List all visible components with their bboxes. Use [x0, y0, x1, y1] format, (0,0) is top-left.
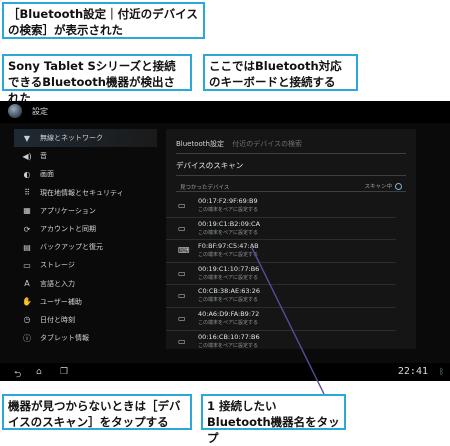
nav-icon: ⟳: [23, 224, 31, 234]
keyboard-icon: ⌨: [178, 246, 190, 256]
nav-icon: ◀): [22, 151, 32, 161]
bluetooth-panel: Bluetooth設定 付近のデバイスの検索 デバイスのスキャン 見つかったデバ…: [166, 129, 416, 349]
device-pair-hint: この端末をペアに設定する: [198, 274, 259, 281]
nav-label: タブレット情報: [40, 334, 89, 343]
clock: 22:41: [397, 366, 428, 377]
home-icon[interactable]: ⌂: [36, 367, 42, 377]
nav-item[interactable]: ◀) 音: [14, 147, 157, 165]
step-number: 1: [207, 399, 216, 413]
scanning-label: スキャン中: [364, 184, 392, 190]
settings-nav: ▼ 無線とネットワーク ◀) 音 ◐ 画面 ⠿ 現在地情報とセキュリティ ▦ アプリケーション ⟳ ア…: [14, 129, 157, 349]
nav-label: アプリケーション: [40, 206, 96, 215]
callout-detected: Sony Tablet Sシリーズと接続できるBluetooth機器が検出された: [2, 54, 192, 105]
nav-item[interactable]: ◐ 画面: [14, 165, 157, 183]
computer-icon: ▭: [178, 336, 186, 346]
divider: [176, 175, 406, 176]
nav-item[interactable]: ▦ アプリケーション: [14, 202, 157, 220]
device-item[interactable]: ⌨ F0:BF:97:C5:47:AB この端末をペアに設定する: [176, 240, 406, 262]
nav-label: 現在地情報とセキュリティ: [40, 188, 124, 197]
recent-apps-icon[interactable]: ❐: [60, 367, 68, 377]
computer-icon: ▭: [178, 268, 186, 278]
device-item[interactable]: ▭ 00:19:C1:B2:09:CA この端末をペアに設定する: [176, 218, 406, 240]
device-item[interactable]: ▭ 40:A6:D9:FA:B9:72 この端末をペアに設定する: [176, 308, 406, 330]
nav-label: 無線とネットワーク: [40, 134, 103, 143]
device-address: 00:19:C1:10:77:B6: [198, 264, 260, 273]
device-pair-hint: この端末をペアに設定する: [198, 207, 259, 213]
nav-item[interactable]: A 言語と入力: [14, 275, 157, 293]
nav-item[interactable]: ▼ 無線とネットワーク: [14, 129, 157, 148]
device-item[interactable]: ▭ C0:CB:38:AE:63:26 この端末をペアに設定する: [176, 285, 406, 307]
breadcrumb-search: 付近のデバイスの検索: [232, 140, 303, 148]
nav-label: ストレージ: [40, 261, 75, 270]
nav-item[interactable]: ⠿ 現在地情報とセキュリティ: [14, 184, 157, 202]
device-address: C0:CB:38:AE:63:26: [198, 287, 260, 296]
device-address: 00:16:CB:10:77:B6: [198, 332, 260, 341]
nav-icon: ▼: [23, 133, 31, 143]
nav-icon: ▭: [23, 260, 31, 270]
settings-app-icon[interactable]: [8, 104, 22, 118]
nav-icon: ◐: [23, 169, 31, 179]
nav-label: 日付と時刻: [40, 315, 75, 324]
computer-icon: ▭: [178, 201, 186, 210]
nav-item[interactable]: ⟳ アカウントと同期: [14, 220, 157, 238]
device-item[interactable]: ▭ 00:16:CB:10:77:B6 この端末をペアに設定する: [176, 331, 406, 353]
found-devices-header: 見つかったデバイス: [180, 185, 230, 191]
nav-item[interactable]: ⓘ タブレット情報: [14, 329, 157, 347]
bluetooth-status-icon: ᛒ: [439, 367, 444, 376]
tablet-screen: 設定 ▼ 無線とネットワーク ◀) 音 ◐ 画面 ⠿ 現在地情報とセキュリティ ▦ アプリケーショ…: [0, 101, 450, 381]
computer-icon: ▭: [178, 314, 186, 323]
action-bar: 設定: [0, 101, 450, 123]
nav-item[interactable]: ▭ ストレージ: [14, 256, 157, 274]
device-pair-hint: この端末をペアに設定する: [198, 229, 259, 236]
computer-icon: ▭: [178, 291, 186, 301]
nav-icon: ⓘ: [23, 333, 31, 343]
nav-label: 言語と入力: [40, 279, 75, 288]
system-bar: ⮌ ⌂ ❐ 22:41 ᛒ: [0, 363, 450, 381]
breadcrumb: Bluetooth設定 付近のデバイスの検索: [176, 139, 302, 149]
scan-devices-button[interactable]: デバイスのスキャン: [176, 160, 243, 171]
nav-item[interactable]: ◷ 日付と時刻: [14, 311, 157, 329]
device-pair-hint: この端末をペアに設定する: [198, 252, 259, 259]
back-icon[interactable]: ⮌: [14, 367, 21, 383]
device-address: 00:19:C1:B2:09:CA: [198, 219, 261, 228]
device-address: 40:A6:D9:FA:B9:72: [198, 310, 260, 318]
nav-icon: ▦: [23, 206, 31, 216]
device-address: F0:BF:97:C5:47:AB: [198, 242, 259, 251]
nav-icon: ⠿: [24, 188, 30, 198]
nav-icon: ▤: [23, 242, 31, 252]
nav-icon: ✋: [22, 297, 32, 307]
device-pair-hint: この端末をペアに設定する: [198, 297, 259, 304]
computer-icon: ▭: [178, 223, 186, 233]
callout-not-found: 機器が見つからないときは［デバイスのスキャン］をタップする: [2, 394, 192, 430]
nav-label: ユーザー補助: [40, 297, 82, 306]
device-pair-hint: この端末をペアに設定する: [198, 342, 259, 349]
app-title: 設定: [32, 107, 48, 116]
nav-item[interactable]: ▤ バックアップと復元: [14, 238, 157, 256]
device-item[interactable]: ▭ 00:19:C1:10:77:B6 この端末をペアに設定する: [176, 263, 406, 285]
spinner-icon: [395, 183, 402, 190]
device-item[interactable]: ▭ 00:17:F2:9F:69:B9 この端末をペアに設定する: [176, 195, 406, 217]
callout-keyboard: ここではBluetooth対応のキーボードと接続する: [203, 54, 358, 91]
divider: [176, 153, 406, 154]
nav-icon: A: [24, 279, 30, 289]
scanning-indicator: スキャン中: [364, 182, 402, 190]
divider: [176, 191, 406, 192]
device-address: 00:17:F2:9F:69:B9: [198, 197, 258, 205]
nav-label: 音: [40, 152, 47, 161]
callout-scan-screen: ［Bluetooth設定｜付近のデバイスの検索］が表示された: [2, 2, 205, 39]
step-text: 接続したいBluetooth機器名をタップ: [207, 399, 340, 445]
device-pair-hint: この端末をペアに設定する: [198, 320, 259, 326]
nav-label: バックアップと復元: [40, 243, 103, 252]
breadcrumb-bluetooth[interactable]: Bluetooth設定: [176, 140, 224, 148]
nav-item[interactable]: ✋ ユーザー補助: [14, 293, 157, 311]
nav-label: 画面: [40, 170, 54, 179]
callout-step: 1 接続したいBluetooth機器名をタップ: [201, 394, 346, 445]
nav-icon: ◷: [23, 315, 31, 325]
nav-label: アカウントと同期: [40, 225, 96, 234]
